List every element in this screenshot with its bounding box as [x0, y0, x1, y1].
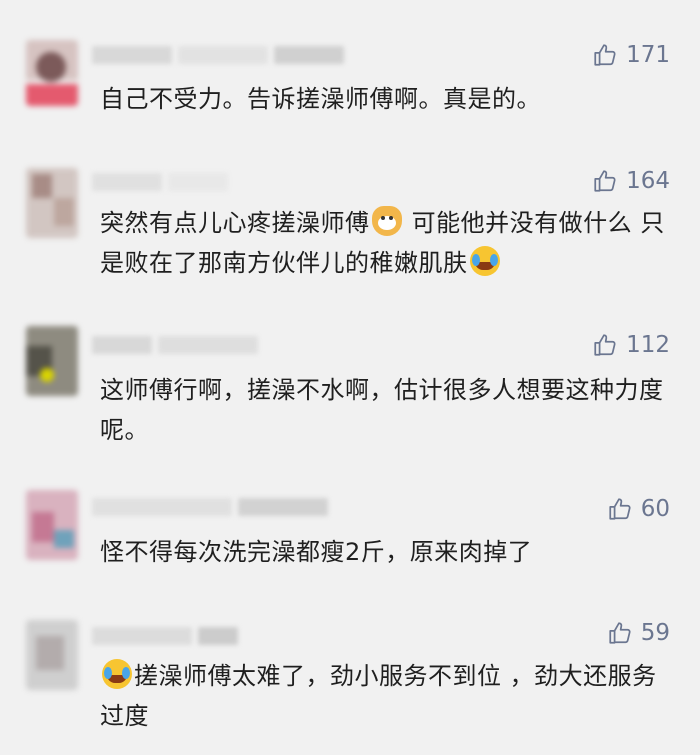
like-button[interactable]: 112 — [592, 332, 670, 358]
like-button[interactable]: 164 — [592, 168, 670, 194]
like-count: 59 — [640, 620, 670, 646]
avatar[interactable] — [26, 40, 78, 106]
thumbs-up-icon — [609, 498, 631, 520]
like-count: 164 — [626, 168, 670, 194]
comment-body: 搓澡师傅太难了，劲小服务不到位 ，劲大还服务过度 — [100, 662, 657, 730]
comment-body: 自己不受力。告诉搓澡师傅啊。真是的。 — [100, 85, 541, 113]
laugh-cry-emoji-icon — [102, 659, 132, 689]
thumbs-up-icon — [594, 170, 616, 192]
like-count: 171 — [626, 42, 670, 68]
doge-emoji-icon — [371, 206, 402, 236]
avatar[interactable] — [26, 490, 78, 560]
like-button[interactable]: 60 — [607, 496, 670, 522]
avatar[interactable] — [26, 168, 78, 238]
like-count: 112 — [626, 332, 670, 358]
username-blurred[interactable] — [92, 171, 228, 193]
username-blurred[interactable] — [92, 625, 238, 647]
username-blurred[interactable] — [92, 334, 258, 356]
comment-body: 突然有点儿心疼搓澡师傅 — [100, 209, 370, 237]
comment-text: 突然有点儿心疼搓澡师傅 可能他并没有做什么 只是败在了那南方伙伴儿的稚嫩肌肤 — [100, 203, 680, 283]
comment-body: 怪不得每次洗完澡都瘦2斤，原来肉掉了 — [100, 538, 533, 566]
avatar[interactable] — [26, 620, 78, 690]
comment-text: 自己不受力。告诉搓澡师傅啊。真是的。 — [100, 79, 680, 119]
like-button[interactable]: 171 — [592, 42, 670, 68]
username-blurred[interactable] — [92, 44, 344, 66]
thumbs-up-icon — [594, 334, 616, 356]
thumbs-up-icon — [609, 622, 631, 644]
like-button[interactable]: 59 — [607, 620, 670, 646]
thumbs-up-icon — [594, 44, 616, 66]
like-count: 60 — [640, 496, 670, 522]
comment-text: 搓澡师傅太难了，劲小服务不到位 ，劲大还服务过度 — [100, 656, 680, 736]
avatar[interactable] — [26, 326, 78, 396]
comment-body: 这师傅行啊，搓澡不水啊，估计很多人想要这种力度呢。 — [100, 376, 664, 444]
username-blurred[interactable] — [92, 496, 328, 518]
comment-text: 这师傅行啊，搓澡不水啊，估计很多人想要这种力度呢。 — [100, 370, 680, 450]
laugh-cry-emoji-icon — [469, 246, 500, 276]
comment-text: 怪不得每次洗完澡都瘦2斤，原来肉掉了 — [100, 532, 680, 572]
